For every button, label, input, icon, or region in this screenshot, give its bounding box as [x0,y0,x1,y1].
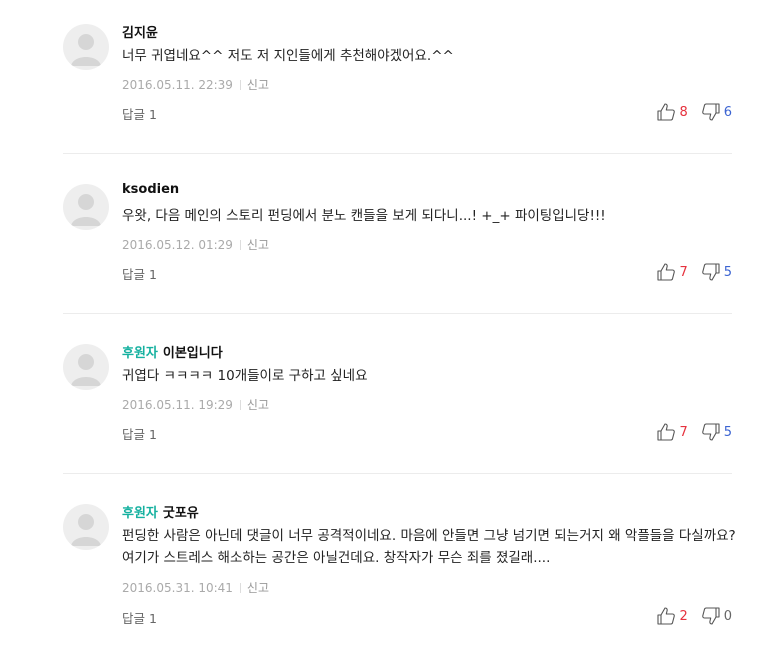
thumbs-down-icon [701,103,720,121]
meta-divider [239,583,241,593]
author-name[interactable]: ksodien [122,182,179,197]
comment-author[interactable]: ksodien [122,182,179,197]
comment-text: 우왓, 다음 메인의 스토리 펀딩에서 분노 캔들을 보게 되다니...! +_… [122,208,606,224]
report-button[interactable]: 신고 [247,238,269,252]
supporter-badge: 후원자 [122,346,158,361]
dislike-count: 5 [723,264,732,280]
like-count: 7 [679,424,688,440]
dislike-count: 6 [723,104,732,120]
default-avatar-icon[interactable] [63,24,109,70]
dislike-button[interactable]: 5 [701,422,732,442]
comment-meta: 2016.05.11. 19:29 신고 [122,396,269,413]
comment-author[interactable]: 후원자 이본입니다 [122,342,223,361]
comment-author[interactable]: 김지윤 [122,22,158,41]
comment-date: 2016.05.12. 01:29 [122,238,233,252]
dislike-button[interactable]: 6 [701,102,732,122]
report-button[interactable]: 신고 [247,78,269,92]
default-avatar-icon[interactable] [63,184,109,230]
reply-button[interactable]: 답글 1 [122,424,157,443]
thumbs-up-icon [657,103,676,121]
vote-controls: 7 5 [656,422,732,442]
author-name[interactable]: 이본입니다 [163,346,223,361]
reply-button[interactable]: 답글 1 [122,264,157,283]
vote-controls: 8 6 [656,102,732,122]
meta-divider [239,240,241,250]
thumbs-down-icon [701,423,720,441]
like-button[interactable]: 7 [656,262,700,282]
like-count: 8 [679,104,688,120]
comment-meta: 2016.05.12. 01:29 신고 [122,236,269,253]
reply-button[interactable]: 답글 1 [122,104,157,123]
like-count: 2 [679,608,688,624]
meta-divider [239,400,241,410]
thumbs-up-icon [657,607,676,625]
thumbs-up-icon [657,423,676,441]
report-button[interactable]: 신고 [247,581,269,595]
thumbs-up-icon [657,263,676,281]
dislike-button[interactable]: 0 [701,606,732,626]
comment-date: 2016.05.31. 10:41 [122,581,233,595]
report-button[interactable]: 신고 [247,398,269,412]
reply-button[interactable]: 답글 1 [122,608,157,627]
dislike-count: 0 [723,608,732,624]
thumbs-down-icon [701,263,720,281]
comment-text: 귀엽다 ㅋㅋㅋㅋ 10개들이로 구하고 싶네요 [122,368,368,384]
dislike-count: 5 [723,424,732,440]
default-avatar-icon[interactable] [63,504,109,550]
like-button[interactable]: 2 [656,606,700,626]
supporter-badge: 후원자 [122,506,158,521]
like-button[interactable]: 8 [656,102,700,122]
comment-text: 펀딩한 사람은 아닌데 댓글이 너무 공격적이네요. 마음에 안들면 그냥 넘기… [122,528,736,566]
comment-divider [63,313,732,314]
like-count: 7 [679,264,688,280]
vote-controls: 2 0 [656,606,732,626]
author-name[interactable]: 김지윤 [122,26,158,41]
comment-date: 2016.05.11. 19:29 [122,398,233,412]
dislike-button[interactable]: 5 [701,262,732,282]
meta-divider [239,80,241,90]
comment-author[interactable]: 후원자 굿포유 [122,502,199,521]
default-avatar-icon[interactable] [63,344,109,390]
like-button[interactable]: 7 [656,422,700,442]
comment-meta: 2016.05.11. 22:39 신고 [122,76,269,93]
comment-date: 2016.05.11. 22:39 [122,78,233,92]
thumbs-down-icon [701,607,720,625]
author-name[interactable]: 굿포유 [163,506,199,521]
comment-divider [63,153,732,154]
comment-divider [63,473,732,474]
vote-controls: 7 5 [656,262,732,282]
comment-text: 너무 귀엽네요^^ 저도 저 지인들에게 추천해야겠어요.^^ [122,48,454,64]
comment-meta: 2016.05.31. 10:41 신고 [122,579,269,596]
